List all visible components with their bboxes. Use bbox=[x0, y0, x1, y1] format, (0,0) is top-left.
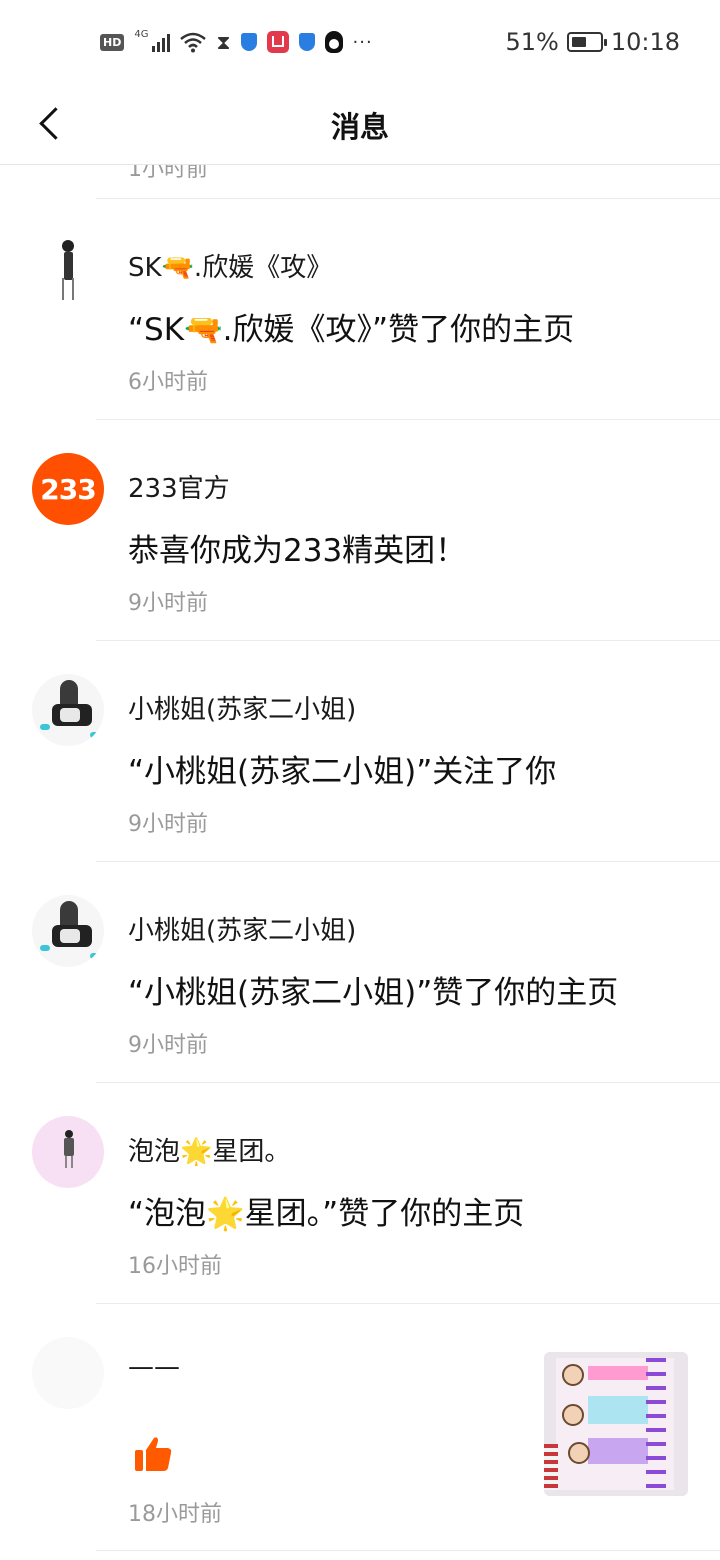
list-item[interactable]: 小桃姐(苏家二小姐) “小桃姐(苏家二小姐)”关注了你 9小时前 bbox=[32, 641, 720, 862]
signal-icon bbox=[152, 32, 171, 52]
avatar[interactable] bbox=[32, 1337, 104, 1409]
sender-name: 小桃姐(苏家二小姐) bbox=[128, 695, 357, 725]
message-content: “小桃姐(苏家二小姐)”赞了你的主页 bbox=[128, 975, 619, 1011]
message-content: “SK🔫.欣媛《攻》”赞了你的主页 bbox=[128, 312, 575, 348]
network-type: 4G bbox=[134, 28, 149, 40]
qq-penguin-icon bbox=[324, 31, 343, 53]
message-time: 16小时前 bbox=[128, 1254, 222, 1279]
message-content: 恭喜你成为233精英团！ bbox=[128, 533, 467, 569]
message-time: 18小时前 bbox=[128, 1502, 222, 1527]
sender-name: 233官方 bbox=[128, 474, 230, 504]
clock: 10:18 bbox=[610, 28, 680, 56]
more-notifications-icon: ··· bbox=[352, 31, 373, 53]
avatar[interactable] bbox=[32, 1116, 104, 1188]
status-icons-right: 51% 10:18 bbox=[505, 28, 680, 56]
header-bar: 消息 bbox=[0, 84, 720, 165]
list-item-partial[interactable]: 1小时前 bbox=[96, 165, 720, 199]
list-item[interactable]: SK🔫.欣媛《攻》 “SK🔫.欣媛《攻》”赞了你的主页 6小时前 bbox=[32, 199, 720, 420]
avatar[interactable]: 233 bbox=[32, 453, 104, 525]
message-list: 1小时前 SK🔫.欣媛《攻》 “SK🔫.欣媛《攻》”赞了你的主页 6小时前 23… bbox=[0, 165, 720, 1551]
avatar[interactable] bbox=[32, 674, 104, 746]
thumbs-up-icon bbox=[135, 1437, 172, 1471]
hourglass-icon: ⧗ bbox=[216, 30, 231, 54]
avatar[interactable] bbox=[32, 232, 104, 304]
sender-name: 小桃姐(苏家二小姐) bbox=[128, 916, 357, 946]
post-thumbnail[interactable] bbox=[544, 1352, 688, 1496]
book-app-icon bbox=[266, 31, 289, 53]
status-icons-left: HD 4G ⧗ ··· bbox=[100, 28, 373, 56]
message-time: 6小时前 bbox=[128, 370, 208, 395]
message-time: 9小时前 bbox=[128, 1033, 208, 1058]
sender-name: —— bbox=[128, 1352, 180, 1382]
list-item[interactable]: 泡泡🌟星团。 “泡泡🌟星团。”赞了你的主页 16小时前 bbox=[32, 1083, 720, 1304]
message-time: 9小时前 bbox=[128, 812, 208, 837]
message-content: “小桃姐(苏家二小姐)”关注了你 bbox=[128, 754, 557, 790]
list-item[interactable]: 233 233官方 恭喜你成为233精英团！ 9小时前 bbox=[32, 420, 720, 641]
shield-icon bbox=[298, 33, 315, 51]
status-bar: HD 4G ⧗ ··· 51% 10:18 bbox=[0, 0, 720, 84]
message-time: 9小时前 bbox=[128, 591, 208, 616]
hd-icon: HD bbox=[100, 33, 125, 51]
battery-percent: 51% bbox=[505, 28, 559, 56]
message-time: 1小时前 bbox=[128, 165, 208, 182]
battery-icon bbox=[566, 32, 607, 52]
sender-name: SK🔫.欣媛《攻》 bbox=[128, 253, 333, 283]
list-item[interactable]: 小桃姐(苏家二小姐) “小桃姐(苏家二小姐)”赞了你的主页 9小时前 bbox=[32, 862, 720, 1083]
shield-icon bbox=[240, 33, 257, 51]
message-content: “泡泡🌟星团。”赞了你的主页 bbox=[128, 1196, 525, 1232]
avatar[interactable] bbox=[32, 895, 104, 967]
sender-name: 泡泡🌟星团。 bbox=[128, 1137, 291, 1167]
page-title: 消息 bbox=[330, 110, 389, 144]
wifi-icon bbox=[180, 32, 207, 53]
list-item[interactable]: —— 18小时前 bbox=[32, 1304, 720, 1551]
